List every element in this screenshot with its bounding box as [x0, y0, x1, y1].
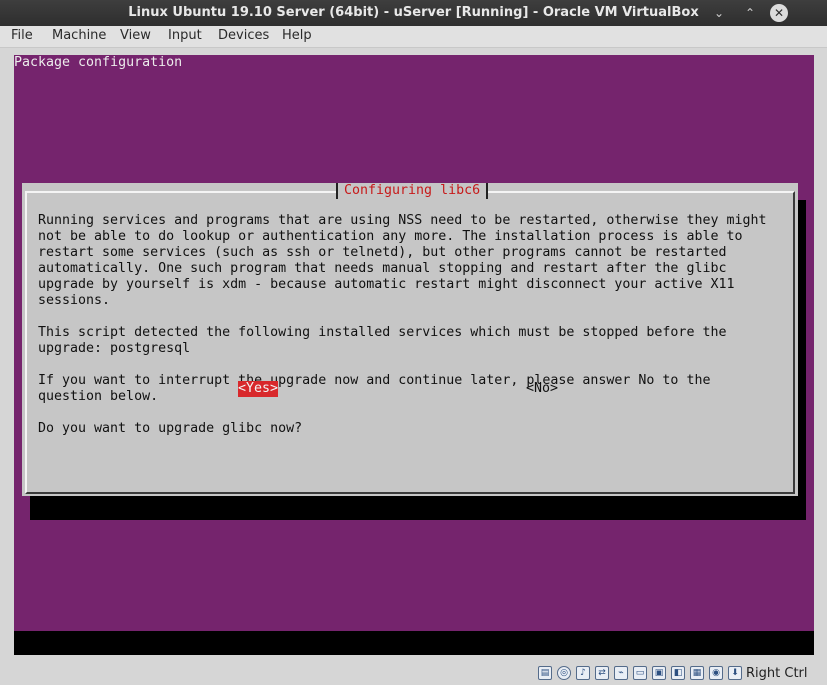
- menu-file[interactable]: File: [11, 28, 33, 43]
- title-bar: Linux Ubuntu 19.10 Server (64bit) - uSer…: [0, 0, 827, 26]
- console-background: Package configuration Configuring libc6 …: [14, 55, 814, 631]
- menu-view[interactable]: View: [120, 28, 151, 43]
- no-button[interactable]: <No>: [526, 381, 558, 397]
- minimize-button[interactable]: ⌄: [710, 4, 728, 22]
- mouse-integration-icon[interactable]: ◉: [709, 666, 723, 680]
- shared-folders-icon[interactable]: ▭: [633, 666, 647, 680]
- menu-devices[interactable]: Devices: [218, 28, 269, 43]
- usb-icon[interactable]: ⌁: [614, 666, 628, 680]
- optical-drive-icon[interactable]: ◎: [557, 666, 571, 680]
- menu-help[interactable]: Help: [282, 28, 312, 43]
- menu-input[interactable]: Input: [168, 28, 202, 43]
- cpu-icon[interactable]: ▦: [690, 666, 704, 680]
- package-configuration-header: Package configuration: [14, 55, 183, 70]
- maximize-button[interactable]: ⌃: [741, 4, 759, 22]
- recording-icon[interactable]: ◧: [671, 666, 685, 680]
- hard-disk-icon[interactable]: ▤: [538, 666, 552, 680]
- host-key-label: Right Ctrl: [746, 666, 808, 681]
- display-icon[interactable]: ▣: [652, 666, 666, 680]
- audio-icon[interactable]: ♪: [576, 666, 590, 680]
- network-icon[interactable]: ⇄: [595, 666, 609, 680]
- yes-button[interactable]: <Yes>: [238, 381, 279, 397]
- vm-display[interactable]: Package configuration Configuring libc6 …: [14, 55, 814, 655]
- configure-dialog: Configuring libc6 Running services and p…: [22, 183, 798, 496]
- dialog-title: Configuring libc6: [336, 183, 489, 199]
- keyboard-icon[interactable]: ⬇: [728, 666, 742, 680]
- dialog-message: Running services and programs that are u…: [38, 213, 767, 436]
- menu-machine[interactable]: Machine: [52, 28, 106, 43]
- close-button[interactable]: ✕: [770, 4, 788, 22]
- window-title: Linux Ubuntu 19.10 Server (64bit) - uSer…: [128, 5, 699, 20]
- status-bar: ▤ ◎ ♪ ⇄ ⌁ ▭ ▣ ◧ ▦ ◉ ⬇ Right Ctrl: [0, 662, 827, 685]
- menu-bar: File Machine View Input Devices Help: [0, 26, 827, 48]
